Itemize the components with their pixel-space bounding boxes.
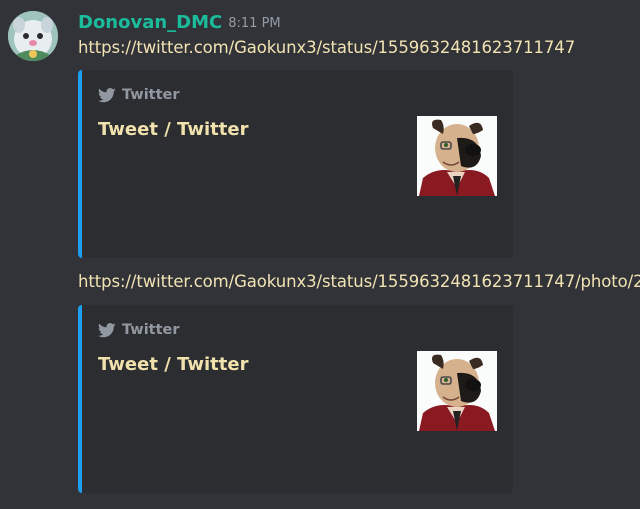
twitter-embed-2: Twitter Tweet / Twitter bbox=[78, 305, 513, 493]
dog-character-thumbnail-icon bbox=[417, 351, 497, 431]
embed-thumbnail[interactable] bbox=[417, 116, 497, 196]
embed-title[interactable]: Tweet / Twitter bbox=[98, 119, 248, 140]
twitter-bird-icon bbox=[98, 87, 116, 102]
username[interactable]: Donovan_DMC bbox=[78, 12, 222, 33]
embed-title[interactable]: Tweet / Twitter bbox=[98, 354, 248, 375]
embed-provider-name[interactable]: Twitter bbox=[122, 87, 180, 103]
embed-provider: Twitter bbox=[98, 87, 180, 103]
user-avatar[interactable] bbox=[8, 11, 58, 61]
embed-provider: Twitter bbox=[98, 322, 180, 338]
embed-provider-name[interactable]: Twitter bbox=[122, 322, 180, 338]
avatar-icon bbox=[8, 11, 58, 61]
message-timestamp[interactable]: 8:11 PM bbox=[228, 16, 280, 31]
embed-thumbnail[interactable] bbox=[417, 351, 497, 431]
twitter-bird-icon bbox=[98, 322, 116, 337]
message-header: Donovan_DMC 8:11 PM bbox=[78, 12, 281, 33]
twitter-embed-1: Twitter Tweet / Twitter bbox=[78, 70, 513, 258]
tweet-link-2[interactable]: https://twitter.com/Gaokunx3/status/1559… bbox=[78, 272, 640, 291]
tweet-link-1[interactable]: https://twitter.com/Gaokunx3/status/1559… bbox=[78, 38, 575, 57]
dog-character-thumbnail-icon bbox=[417, 116, 497, 196]
